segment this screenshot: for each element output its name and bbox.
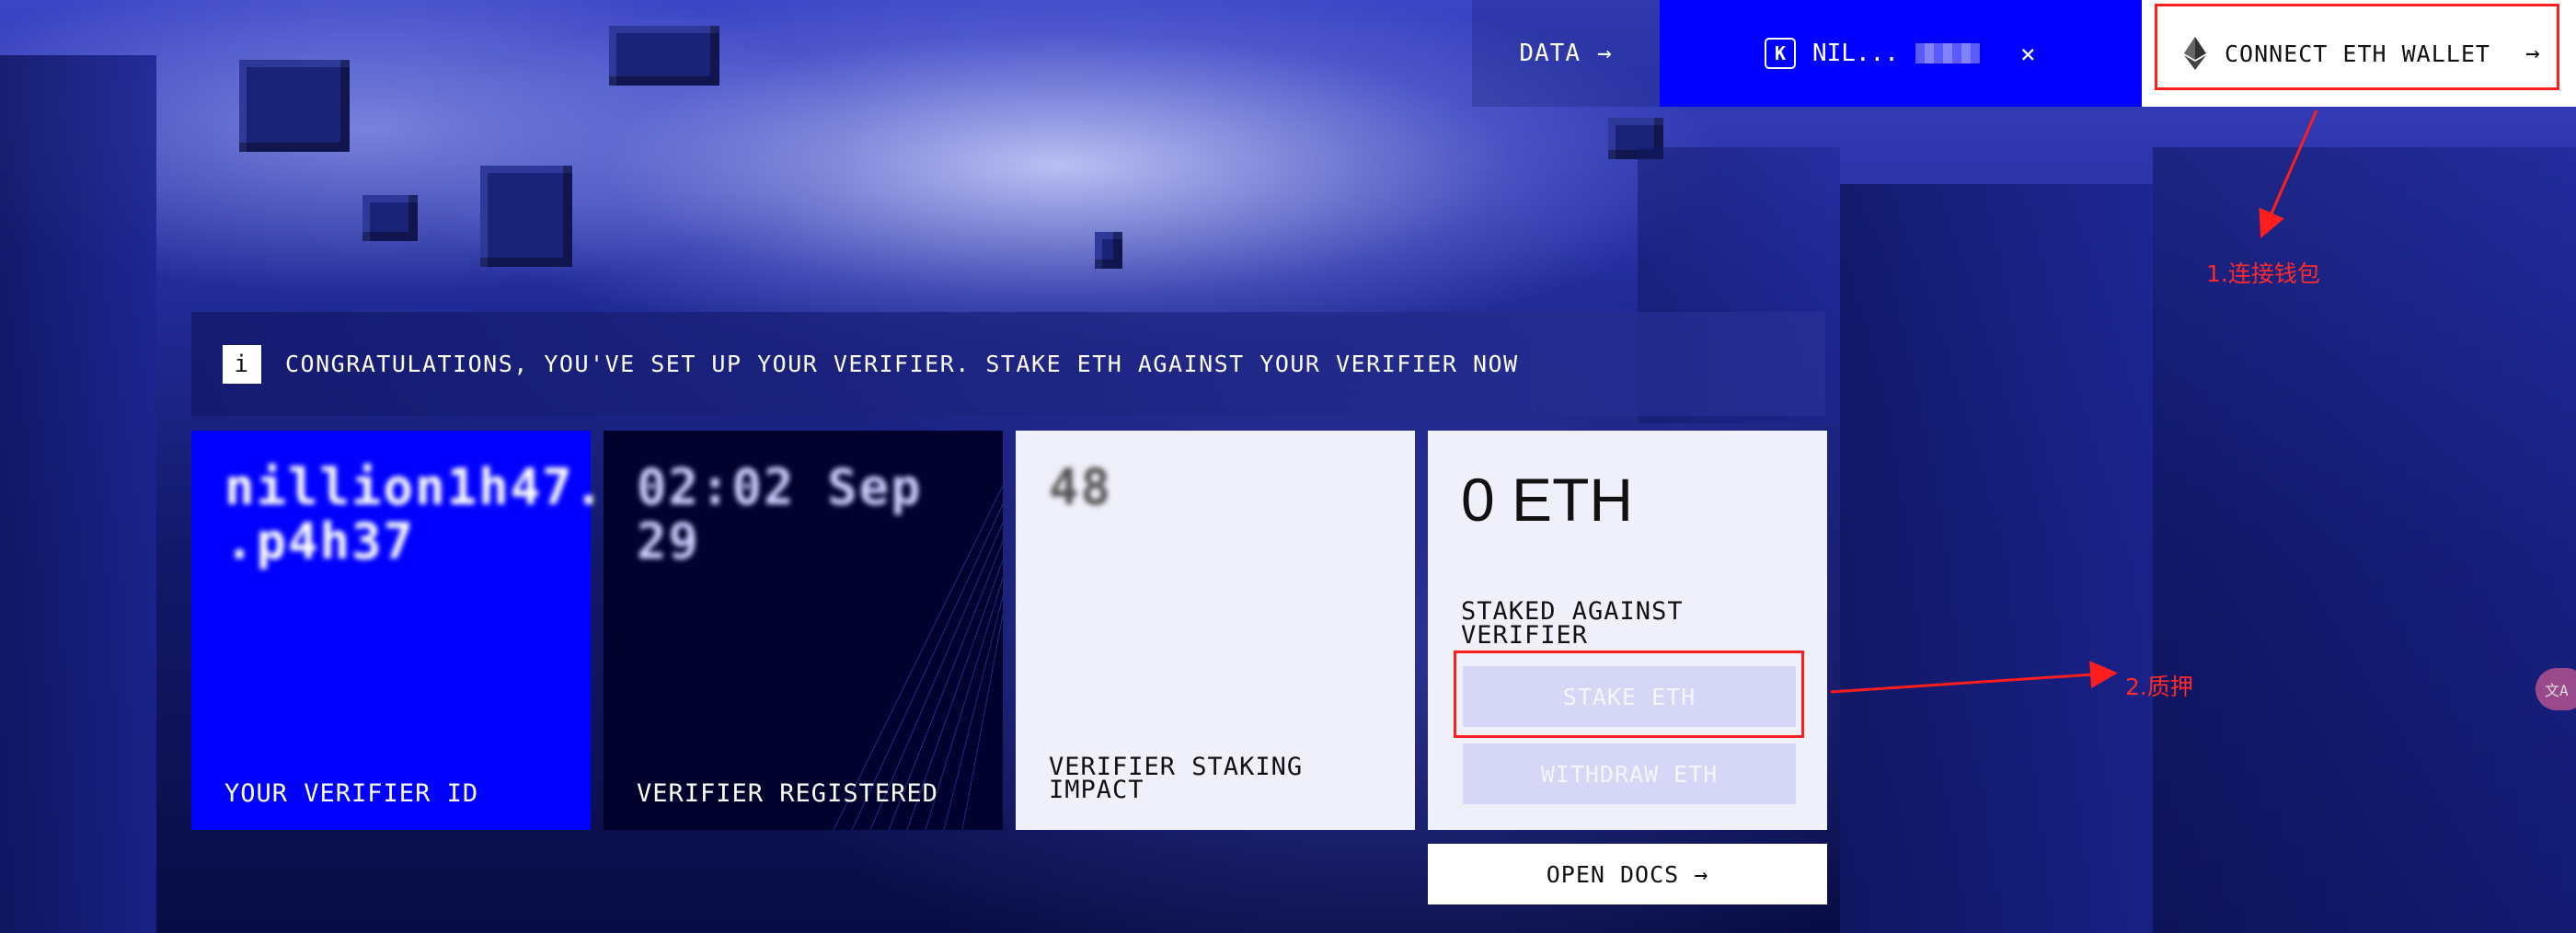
success-banner: i CONGRATULATIONS, YOU'VE SET UP YOUR VE… [191, 312, 1825, 416]
annotation-step-2: 2.质押 [2125, 674, 2193, 700]
staking-impact-value: 48 [1049, 458, 1113, 516]
verifier-registered-card: 02:02 Sep 29 VERIFIER REGISTERED [604, 431, 1003, 830]
verifier-id-value: nillion1h47... .p4h37 [224, 458, 670, 571]
verifier-id-card: nillion1h47... .p4h37 YOUR VERIFIER ID [191, 431, 670, 830]
annotation-arrow-2 [1830, 661, 2118, 694]
staked-eth-value: 0 ETH [1461, 466, 1634, 534]
staked-eth-card: 0 ETH STAKED AGAINST VERIFIER STAKE ETH … [1428, 431, 1827, 830]
translate-icon[interactable]: 文A [2536, 668, 2576, 710]
open-docs-button[interactable]: OPEN DOCS → [1428, 844, 1827, 904]
verifier-id-label: YOUR VERIFIER ID [224, 779, 479, 808]
arrow-right-icon: → [1694, 860, 1709, 888]
registered-label: VERIFIER REGISTERED [637, 779, 938, 808]
withdraw-eth-button[interactable]: WITHDRAW ETH [1463, 743, 1796, 804]
staking-impact-card: 48 VERIFIER STAKING IMPACT [1016, 431, 1415, 830]
annotation-arrow-1 [2259, 109, 2318, 238]
staked-against-label: STAKED AGAINST VERIFIER [1461, 597, 1684, 650]
annotation-step-1: 1.连接钱包 [2206, 260, 2320, 287]
open-docs-label: OPEN DOCS [1546, 860, 1680, 888]
staking-impact-label: VERIFIER STAKING IMPACT [1049, 752, 1304, 805]
banner-message: CONGRATULATIONS, YOU'VE SET UP YOUR VERI… [285, 351, 1519, 377]
annotation-highlight-stake [1454, 651, 1804, 738]
info-icon: i [223, 344, 261, 384]
registered-date-value: 02:02 Sep 29 [637, 458, 923, 571]
